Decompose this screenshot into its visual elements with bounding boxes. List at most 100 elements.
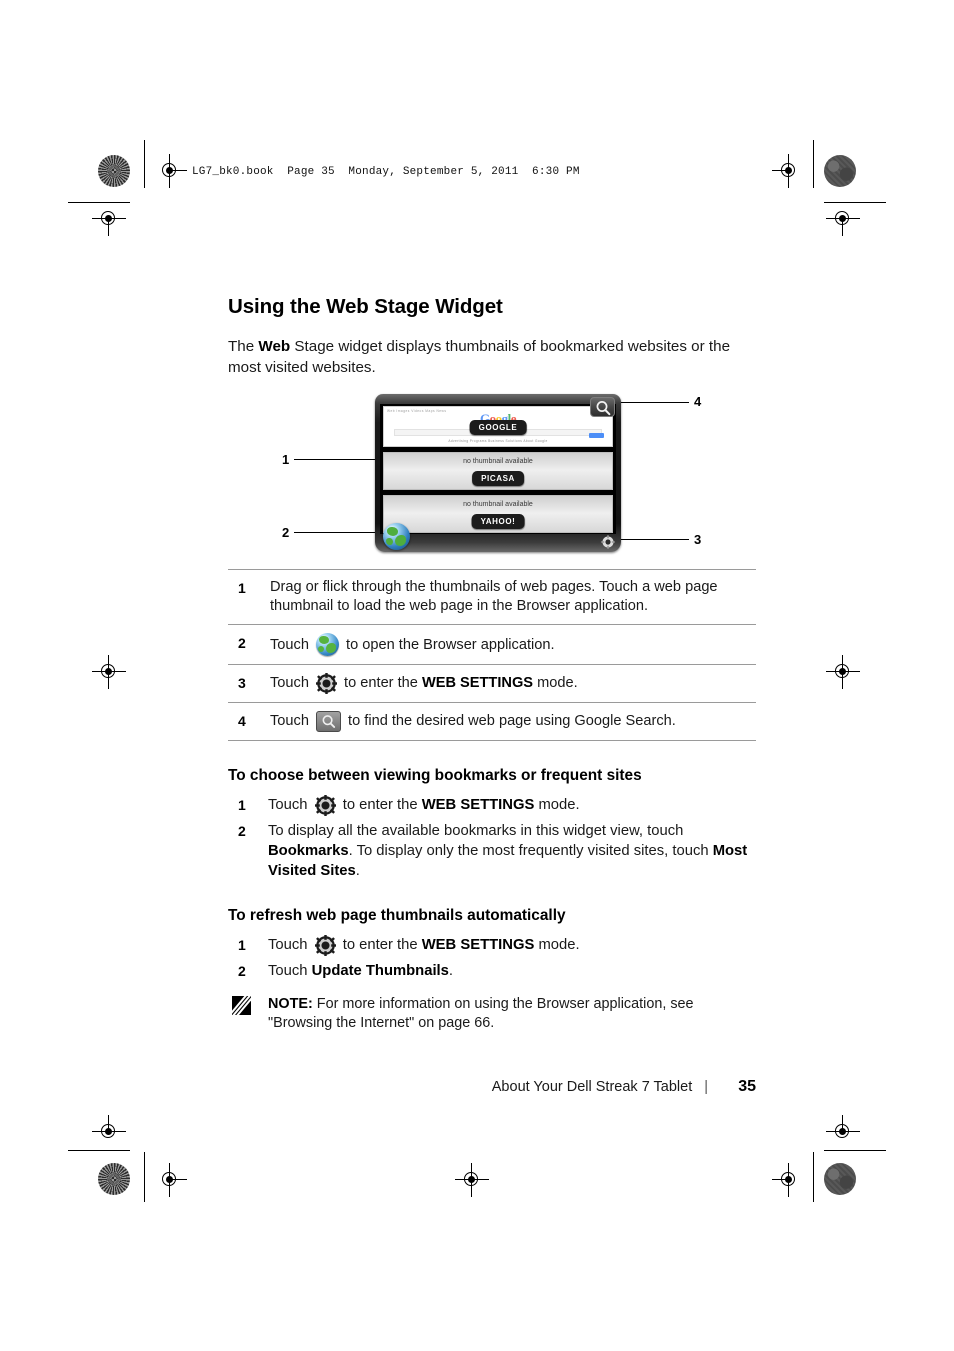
thumbnail-yahoo[interactable]: no thumbnail available YAHOO! bbox=[383, 495, 613, 533]
registration-blob-bottom-left bbox=[98, 1163, 130, 1195]
thumbnail-label-yahoo: YAHOO! bbox=[471, 514, 525, 529]
legend-text-2-pre: Touch bbox=[270, 637, 313, 653]
registration-blob-bottom-right bbox=[824, 1163, 856, 1195]
gear-icon bbox=[314, 795, 336, 816]
thumbnail-label-google: GOOGLE bbox=[469, 420, 527, 435]
widget-settings-button[interactable] bbox=[601, 535, 615, 549]
registration-mark-lower-left bbox=[92, 1115, 126, 1149]
footer-separator: | bbox=[704, 1079, 708, 1095]
legend-text-4: Touch to find the desired web page using… bbox=[270, 702, 756, 741]
gear-icon bbox=[601, 535, 615, 549]
crop-rule-lower-right-horizontal bbox=[824, 1150, 886, 1151]
list-item: 2 To display all the available bookmarks … bbox=[228, 821, 756, 881]
thumbnail-picasa[interactable]: no thumbnail available PICASA bbox=[383, 452, 613, 490]
legend-text-3-pre: Touch bbox=[270, 675, 313, 691]
registration-blob-top-left bbox=[98, 155, 130, 187]
footer-chapter-title: About Your Dell Streak 7 Tablet bbox=[491, 1079, 693, 1095]
page-title: Using the Web Stage Widget bbox=[228, 295, 503, 318]
registration-mark-top-right bbox=[772, 154, 806, 188]
step-number: 1 bbox=[238, 797, 246, 813]
legend-text-3-post-b: mode. bbox=[533, 675, 578, 691]
procedure-title-refresh: To refresh web page thumbnails automatic… bbox=[228, 907, 566, 924]
step-text-bold: WEB SETTINGS bbox=[421, 937, 535, 953]
intro-prefix: The bbox=[228, 338, 259, 355]
crop-rule-bottom-right-vertical bbox=[813, 1152, 814, 1202]
globe-landmass bbox=[395, 535, 406, 546]
registration-mark-bottom-left bbox=[153, 1163, 187, 1197]
legend-text-3-post-a: to enter the bbox=[340, 675, 422, 691]
gear-icon bbox=[316, 673, 337, 694]
note-pencil-icon bbox=[232, 996, 251, 1015]
step-text-post: . bbox=[355, 863, 360, 879]
step-text-bold: WEB SETTINGS bbox=[421, 797, 535, 813]
step-text-pre: Touch bbox=[268, 963, 312, 979]
legend-text-2: Touch to open the Browser application. bbox=[270, 624, 756, 665]
legend-text-3: Touch to enter the WEB SETTINGS mode. bbox=[270, 664, 756, 703]
registration-mark-upper-left bbox=[92, 202, 126, 236]
procedure-title-bookmarks: To choose between viewing bookmarks or f… bbox=[228, 767, 642, 784]
step-text-post-a: to enter the bbox=[338, 797, 422, 813]
legend-number-4: 4 bbox=[228, 702, 270, 741]
registration-mark-lower-right bbox=[826, 1115, 860, 1149]
step-text-post-a: to enter the bbox=[338, 937, 422, 953]
callout-label-3: 3 bbox=[694, 532, 702, 547]
crop-rule-top-left-vertical bbox=[144, 140, 145, 188]
registration-mark-upper-right bbox=[826, 202, 860, 236]
globe-landmass bbox=[386, 538, 393, 545]
crop-rule-lower-left-horizontal bbox=[68, 1150, 130, 1151]
registration-mark-mid-right bbox=[826, 655, 860, 689]
thumbnail-google[interactable]: Web Images Videos Maps News Google Adver… bbox=[383, 406, 613, 447]
legend-number-3: 3 bbox=[228, 664, 270, 703]
step-text-pre: Touch bbox=[268, 797, 312, 813]
callout-label-1: 1 bbox=[282, 452, 290, 467]
globe-icon bbox=[316, 633, 339, 656]
callout-label-4: 4 bbox=[694, 394, 702, 409]
print-header-text: LG7_bk0.book Page 35 Monday, September 5… bbox=[192, 166, 580, 178]
intro-paragraph: The Web Stage widget displays thumbnails… bbox=[228, 336, 744, 378]
legend-text-1: Drag or flick through the thumbnails of … bbox=[270, 569, 756, 625]
registration-mark-bottom-right bbox=[772, 1163, 806, 1197]
no-thumbnail-text-picasa: no thumbnail available bbox=[463, 458, 533, 465]
step-text-pre: To display all the available bookmarks i… bbox=[268, 823, 684, 839]
step-text-pre: Touch bbox=[268, 937, 312, 953]
page-footer: About Your Dell Streak 7 Tablet | 35 bbox=[228, 1078, 756, 1096]
procedure-steps-bookmarks: 1 Touch to enter the WEB SETTINGS mode. 2… bbox=[228, 795, 756, 881]
widget-search-button[interactable] bbox=[590, 397, 615, 417]
legend-number-2: 2 bbox=[228, 624, 270, 665]
table-row: 1 Drag or flick through the thumbnails o… bbox=[228, 569, 756, 625]
step-text-bold-update-thumbnails: Update Thumbnails bbox=[311, 963, 449, 979]
callout-label-2: 2 bbox=[282, 525, 290, 540]
gear-icon bbox=[314, 935, 336, 956]
step-text-post-b: mode. bbox=[534, 797, 580, 813]
step-text-mid: . To display only the most frequently vi… bbox=[348, 843, 713, 859]
callout-leader-3 bbox=[609, 539, 689, 540]
legend-text-4-post: to find the desired web page using Googl… bbox=[344, 713, 676, 729]
list-item: 1 Touch to enter the WEB SETTINGS mode. bbox=[228, 795, 756, 816]
procedure-steps-refresh: 1 Touch to enter the WEB SETTINGS mode. 2… bbox=[228, 935, 756, 981]
no-thumbnail-text-yahoo: no thumbnail available bbox=[463, 501, 533, 508]
callout-leader-1-horizontal bbox=[294, 459, 376, 460]
step-number: 2 bbox=[238, 963, 246, 979]
intro-suffix: Stage widget displays thumbnails of book… bbox=[228, 338, 731, 376]
table-row: 4 Touch to find the desired web page usi… bbox=[228, 702, 756, 741]
registration-mark-bottom-center bbox=[455, 1163, 489, 1197]
footer-page-number: 35 bbox=[738, 1078, 756, 1095]
page-content: Using the Web Stage Widget The Web Stage… bbox=[228, 295, 756, 1033]
legend-text-3-bold: WEB SETTINGS bbox=[421, 675, 534, 691]
widget-browser-button[interactable] bbox=[383, 523, 410, 550]
crop-rule-top-right-vertical bbox=[813, 140, 814, 188]
step-text-bold-bookmarks: Bookmarks bbox=[268, 843, 349, 859]
google-footer-links: Advertising Programs Business Solutions … bbox=[448, 439, 548, 443]
search-icon bbox=[316, 711, 341, 732]
thumbnail-label-picasa: PICASA bbox=[472, 471, 524, 486]
web-stage-widget-screenshot: Web Images Videos Maps News Google Adver… bbox=[375, 394, 621, 552]
step-number: 1 bbox=[238, 937, 246, 953]
crop-rule-bottom-left-vertical bbox=[144, 1152, 145, 1202]
figure-legend-table: 1 Drag or flick through the thumbnails o… bbox=[228, 569, 756, 741]
legend-text-4-pre: Touch bbox=[270, 713, 313, 729]
registration-blob-top-right bbox=[824, 155, 856, 187]
note-block: NOTE: For more information on using the … bbox=[228, 995, 756, 1033]
callout-leader-4 bbox=[613, 402, 689, 403]
registration-mark-mid-left bbox=[92, 655, 126, 689]
step-number: 2 bbox=[238, 823, 246, 839]
